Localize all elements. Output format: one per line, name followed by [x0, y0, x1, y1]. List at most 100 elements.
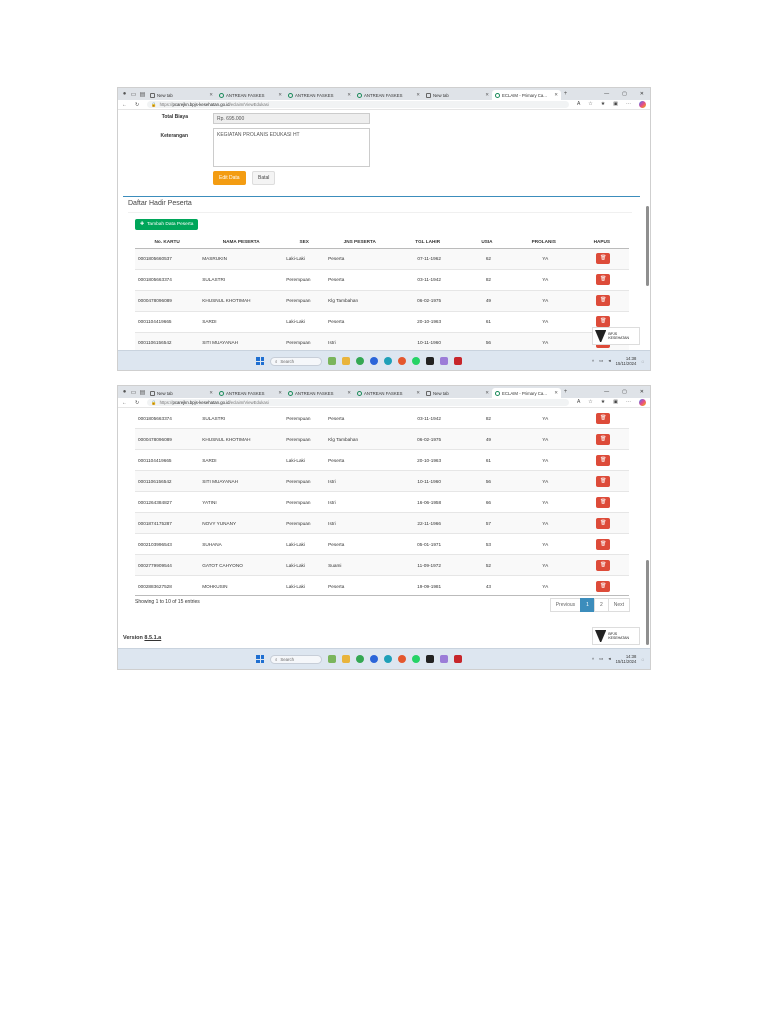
browser-tab-active[interactable]: ECLAIM - Primary Ca... ✕ — [492, 388, 561, 398]
maximize-button[interactable]: ▢ — [622, 389, 627, 395]
maximize-button[interactable]: ▢ — [622, 91, 627, 97]
delete-icon[interactable]: 🗑 — [596, 517, 611, 529]
delete-icon[interactable]: 🗑 — [596, 316, 611, 327]
pager-page-2[interactable]: 2 — [593, 598, 609, 612]
column-header-sex[interactable]: SEX — [283, 236, 326, 249]
pager-previous[interactable]: Previous — [549, 598, 582, 612]
close-window-button[interactable]: ✕ — [640, 91, 644, 97]
clock[interactable]: 14:38 15/11/2024 — [616, 654, 637, 664]
pager-next[interactable]: Next — [607, 598, 630, 612]
mcafee-icon[interactable] — [454, 655, 462, 663]
delete-icon[interactable]: 🗑 — [596, 475, 611, 487]
pager-page-1[interactable]: 1 — [580, 598, 595, 612]
delete-icon[interactable]: 🗑 — [596, 454, 611, 466]
column-header-tgl-lahir[interactable]: TGL LAHIR — [394, 236, 462, 249]
volume-icon[interactable]: ◂ — [608, 656, 610, 662]
version-link[interactable]: 8.5.1.a — [144, 635, 161, 641]
browser-tab[interactable]: ANTREAN FASKES ✕ — [216, 388, 285, 398]
app-icon[interactable] — [398, 655, 406, 663]
favorites-icon[interactable]: ★ — [601, 101, 605, 108]
network-icon[interactable]: ▭ — [599, 656, 603, 662]
browser-tab[interactable]: New tab ✕ — [147, 388, 216, 398]
page-scrollbar[interactable] — [646, 410, 649, 646]
browser-tab[interactable]: New tab ✕ — [423, 388, 492, 398]
mic-icon[interactable] — [440, 655, 448, 663]
delete-icon[interactable]: 🗑 — [596, 496, 611, 508]
chrome-icon[interactable] — [356, 357, 364, 365]
column-header-prolanis[interactable]: PROLANIS — [512, 236, 575, 249]
delete-icon[interactable]: 🗑 — [596, 433, 611, 445]
file-explorer-icon[interactable] — [342, 655, 350, 663]
tambah-peserta-button[interactable]: ✚ Tambah Data Peserta — [135, 219, 199, 230]
refresh-icon[interactable]: ↻ — [135, 102, 139, 108]
minimize-button[interactable]: — — [604, 91, 609, 97]
delete-icon[interactable]: 🗑 — [596, 580, 611, 592]
browser-tab[interactable]: New tab ✕ — [147, 90, 216, 100]
more-icon[interactable]: ⋯ — [626, 399, 631, 406]
profile-icon[interactable]: ● — [120, 90, 129, 99]
page-scrollbar[interactable] — [646, 112, 649, 348]
terminal-icon[interactable] — [426, 357, 434, 365]
chevron-up-icon[interactable]: ^ — [592, 657, 594, 662]
widget-icon[interactable] — [328, 357, 336, 365]
tab-actions-icon[interactable]: ▭ — [129, 388, 138, 397]
url-field[interactable]: 🔒 https://pcarejkn.bpjs-kesehatan.go.id/… — [147, 399, 569, 406]
close-tab-icon[interactable]: ✕ — [485, 92, 489, 98]
favorites-icon[interactable]: ★ — [601, 399, 605, 406]
favorite-icon[interactable]: ☆ — [588, 101, 592, 108]
close-window-button[interactable]: ✕ — [640, 389, 644, 395]
notification-icon[interactable]: ◌ — [641, 359, 644, 364]
new-tab-button[interactable]: + — [561, 90, 570, 99]
close-tab-icon[interactable]: ✕ — [209, 390, 213, 396]
whatsapp-icon[interactable] — [412, 357, 420, 365]
delete-icon[interactable]: 🗑 — [596, 253, 611, 264]
close-tab-icon[interactable]: ✕ — [554, 92, 558, 98]
edit-data-button[interactable]: Edit Data — [213, 171, 246, 185]
close-tab-icon[interactable]: ✕ — [209, 92, 213, 98]
favorite-icon[interactable]: ☆ — [588, 399, 592, 406]
browser-tab[interactable]: New tab ✕ — [423, 90, 492, 100]
workspaces-icon[interactable]: ▤ — [138, 90, 147, 99]
close-tab-icon[interactable]: ✕ — [554, 390, 558, 396]
delete-icon[interactable]: 🗑 — [596, 538, 611, 550]
network-icon[interactable]: ▭ — [599, 358, 603, 364]
delete-icon[interactable]: 🗑 — [596, 295, 611, 306]
reader-icon[interactable]: A — [577, 101, 580, 108]
delete-icon[interactable]: 🗑 — [596, 559, 611, 571]
notification-icon[interactable]: ◌ — [641, 657, 644, 662]
volume-icon[interactable]: ◂ — [608, 358, 610, 364]
batal-button[interactable]: Batal — [252, 171, 276, 185]
taskbar-search[interactable]: ⌕ Search — [270, 356, 322, 366]
close-tab-icon[interactable]: ✕ — [416, 92, 420, 98]
new-tab-button[interactable]: + — [561, 388, 570, 397]
edge-icon[interactable] — [384, 655, 392, 663]
close-tab-icon[interactable]: ✕ — [416, 390, 420, 396]
close-tab-icon[interactable]: ✕ — [278, 390, 282, 396]
app-icon[interactable] — [370, 655, 378, 663]
edge-icon[interactable] — [384, 357, 392, 365]
windows-start-icon[interactable] — [256, 655, 264, 663]
browser-tab-active[interactable]: ECLAIM - Primary Ca... ✕ — [492, 90, 561, 100]
chrome-icon[interactable] — [356, 655, 364, 663]
column-header-jenis-peserta[interactable]: JNS PESERTA — [325, 236, 395, 249]
workspaces-icon[interactable]: ▤ — [138, 388, 147, 397]
windows-start-icon[interactable] — [256, 357, 264, 365]
browser-tab[interactable]: ANTREAN FASKES ✕ — [354, 388, 423, 398]
whatsapp-icon[interactable] — [412, 655, 420, 663]
mcafee-icon[interactable] — [454, 357, 462, 365]
browser-tab[interactable]: ANTREAN FASKES ✕ — [354, 90, 423, 100]
app-icon[interactable] — [398, 357, 406, 365]
browser-tab[interactable]: ANTREAN FASKES ✕ — [285, 90, 354, 100]
taskbar-search[interactable]: ⌕ Search — [270, 654, 322, 664]
back-icon[interactable]: ← — [122, 102, 127, 108]
scrollbar-thumb[interactable] — [646, 206, 649, 286]
url-field[interactable]: 🔒 https://pcarejkn.bpjs-kesehatan.go.id/… — [147, 101, 569, 108]
reader-icon[interactable]: A — [577, 399, 580, 406]
close-tab-icon[interactable]: ✕ — [347, 390, 351, 396]
browser-tab[interactable]: ANTREAN FASKES ✕ — [216, 90, 285, 100]
widget-icon[interactable] — [328, 655, 336, 663]
clock[interactable]: 14:38 15/11/2024 — [616, 356, 637, 366]
app-icon[interactable] — [370, 357, 378, 365]
profile-icon[interactable]: ● — [120, 388, 129, 397]
close-tab-icon[interactable]: ✕ — [485, 390, 489, 396]
